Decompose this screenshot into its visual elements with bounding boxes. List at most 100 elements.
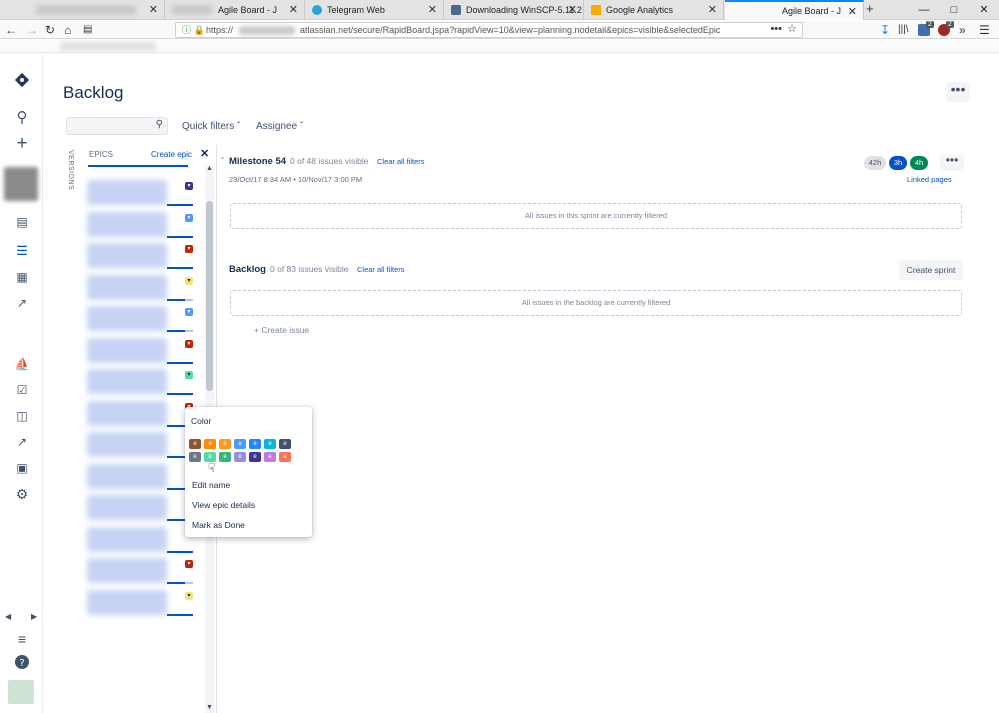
browser-tab-winscp[interactable]: Downloading WinSCP-5.11.2 ✕ xyxy=(445,0,584,20)
browser-tab-2[interactable]: Agile Board - J ✕ xyxy=(166,0,305,20)
epic-dropdown-icon[interactable]: ▾ xyxy=(185,245,193,253)
color-swatch[interactable]: e xyxy=(189,452,201,462)
color-swatch[interactable]: e xyxy=(264,452,276,462)
reader-icon[interactable]: ▤ xyxy=(83,22,92,38)
scroll-down-icon[interactable]: ▼ xyxy=(205,704,214,711)
help-icon[interactable]: ? xyxy=(11,654,33,676)
components-icon[interactable]: ◫ xyxy=(11,405,33,427)
issues-icon[interactable]: ☑ xyxy=(11,379,33,401)
create-sprint-button[interactable]: Create sprint xyxy=(899,260,963,280)
board-more-button[interactable]: ••• xyxy=(946,82,970,102)
close-tab-icon[interactable]: ✕ xyxy=(428,3,437,16)
search-input[interactable]: ⚲ xyxy=(66,117,168,135)
home-icon[interactable]: ⌂ xyxy=(64,22,71,38)
project-avatar[interactable] xyxy=(4,167,38,201)
epic-list-item[interactable]: ▾ xyxy=(87,241,193,271)
settings-gear-icon[interactable]: ⚙ xyxy=(11,483,33,505)
color-swatch[interactable]: e xyxy=(189,439,201,449)
epic-list-item[interactable]: ▾ xyxy=(87,588,193,618)
create-icon[interactable]: + xyxy=(11,133,33,155)
search-icon[interactable]: ⚲ xyxy=(11,107,33,129)
color-swatch[interactable]: e xyxy=(264,439,276,449)
epic-list-item[interactable]: ▾ xyxy=(87,304,193,334)
scroll-thumb[interactable] xyxy=(206,201,213,391)
epic-dropdown-icon[interactable]: ▾ xyxy=(185,182,193,190)
sprint-collapse-chevron-icon[interactable]: ˇ xyxy=(221,156,224,166)
back-icon[interactable]: ← xyxy=(5,22,17,38)
color-swatch[interactable]: e xyxy=(279,439,291,449)
bookmark-star-icon[interactable]: ☆ xyxy=(787,23,797,36)
add-item-icon[interactable]: ↗ xyxy=(11,431,33,453)
close-epics-panel-icon[interactable]: ✕ xyxy=(200,147,209,160)
releases-icon[interactable]: ⛵ xyxy=(11,353,33,375)
color-swatch[interactable]: e xyxy=(204,439,216,449)
app-switcher-icon[interactable]: ≡ xyxy=(11,628,33,650)
epic-list-item[interactable]: ▾ xyxy=(87,336,193,366)
close-tab-icon[interactable]: ✕ xyxy=(848,5,857,18)
epic-dropdown-icon[interactable]: ▾ xyxy=(185,371,193,379)
forward-icon[interactable]: → xyxy=(26,22,38,38)
edit-name-menu-item[interactable]: Edit name xyxy=(192,480,230,490)
epic-list-item[interactable]: ▾ xyxy=(87,210,193,240)
color-swatch[interactable]: e xyxy=(249,439,261,449)
reload-icon[interactable]: ↻ xyxy=(45,22,55,38)
library-icon[interactable]: |||\ xyxy=(898,22,909,38)
pages-icon[interactable]: ▣ xyxy=(11,457,33,479)
new-tab-button[interactable]: + xyxy=(866,1,874,16)
color-swatch[interactable]: e xyxy=(234,452,246,462)
epic-dropdown-icon[interactable]: ▾ xyxy=(185,339,193,348)
epic-list-item[interactable]: ▾ xyxy=(87,273,193,303)
close-tab-icon[interactable]: ✕ xyxy=(149,3,158,16)
color-swatch[interactable]: e xyxy=(219,439,231,449)
color-swatch[interactable]: e xyxy=(219,452,231,462)
epic-dropdown-icon[interactable]: ▾ xyxy=(185,213,193,222)
view-epic-details-menu-item[interactable]: View epic details xyxy=(192,500,255,510)
mark-as-done-menu-item[interactable]: Mark as Done xyxy=(192,520,245,530)
expand-right-icon[interactable]: ▶ xyxy=(31,612,37,621)
scroll-up-icon[interactable]: ▲ xyxy=(205,165,214,172)
minimize-icon[interactable]: — xyxy=(909,0,939,20)
versions-panel-tab[interactable]: VERSIONS xyxy=(64,150,74,190)
epic-list-item[interactable]: ▾ xyxy=(87,493,193,523)
close-tab-icon[interactable]: ✕ xyxy=(289,3,298,16)
collapse-left-icon[interactable]: ◀ xyxy=(5,612,11,621)
jira-logo-icon[interactable] xyxy=(11,71,33,93)
epic-list-item[interactable]: ▾ xyxy=(87,399,193,429)
page-actions-icon[interactable]: ••• xyxy=(770,23,782,36)
epic-dropdown-icon[interactable]: ▾ xyxy=(185,560,193,568)
downloads-icon[interactable]: ↧ xyxy=(880,22,890,38)
epic-list-item[interactable]: ▾ xyxy=(87,430,193,460)
user-avatar[interactable] xyxy=(8,680,34,704)
browser-tab-1[interactable]: ✕ xyxy=(0,0,165,20)
create-epic-link[interactable]: Create epic xyxy=(151,150,192,159)
browser-tab-analytics[interactable]: Google Analytics ✕ xyxy=(585,0,724,20)
url-bar[interactable]: ⓘ 🔒 https:// atlassian.net/secure/RapidB… xyxy=(175,22,803,38)
epic-list-item[interactable]: ▾ xyxy=(87,556,193,586)
epic-list-item[interactable]: ▾ xyxy=(87,462,193,492)
epic-dropdown-icon[interactable]: ▾ xyxy=(185,308,193,316)
active-sprint-icon[interactable]: ▦ xyxy=(11,266,33,288)
board-icon[interactable]: ▤ xyxy=(11,211,33,233)
reports-icon[interactable]: ↗ xyxy=(11,292,33,314)
sprint-clear-filters-link[interactable]: Clear all filters xyxy=(377,157,425,166)
menu-icon[interactable]: ☰ xyxy=(979,22,990,38)
linked-pages-link[interactable]: Linked pages xyxy=(907,175,952,184)
maximize-icon[interactable]: □ xyxy=(939,0,969,20)
quick-filters-button[interactable]: Quick filters ˇ xyxy=(182,121,240,132)
color-swatch[interactable]: e xyxy=(249,452,261,462)
epic-dropdown-icon[interactable]: ▾ xyxy=(185,276,193,285)
assignee-filter-button[interactable]: Assignee ˇ xyxy=(256,121,303,132)
epic-dropdown-icon[interactable]: ▾ xyxy=(185,591,193,600)
epic-list-item[interactable]: ▾ xyxy=(87,525,193,555)
browser-tab-telegram[interactable]: Telegram Web ✕ xyxy=(306,0,444,20)
color-swatch[interactable]: e xyxy=(234,439,246,449)
epic-list-item[interactable]: ▾ xyxy=(87,178,193,208)
create-issue-link[interactable]: + Create issue xyxy=(254,325,309,335)
sprint-more-button[interactable]: ••• xyxy=(940,154,964,171)
browser-tab-active[interactable]: Agile Board - J ✕ xyxy=(725,0,864,20)
close-tab-icon[interactable]: ✕ xyxy=(708,3,717,16)
close-tab-icon[interactable]: ✕ xyxy=(568,3,577,16)
backlog-icon[interactable]: ☰ xyxy=(11,240,33,262)
color-swatch[interactable]: e xyxy=(279,452,291,462)
epic-list-item[interactable]: ▾ xyxy=(87,367,193,397)
